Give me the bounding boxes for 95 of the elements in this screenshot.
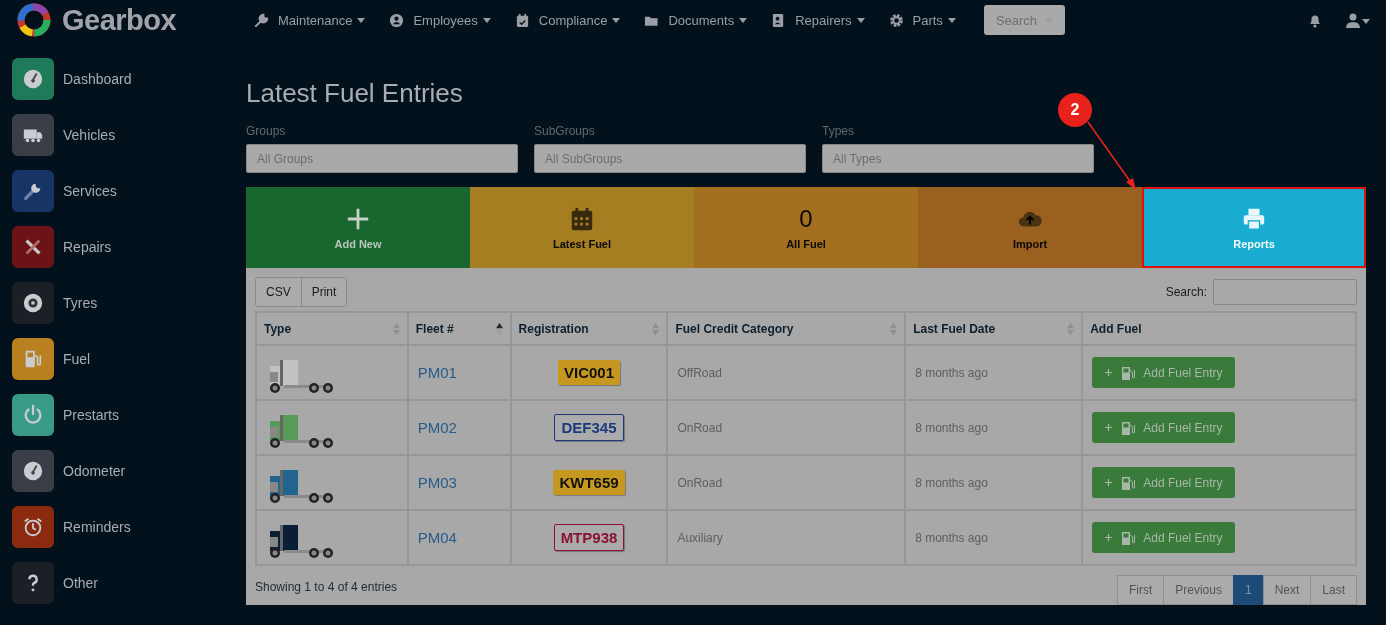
registration-plate: VIC001 — [557, 360, 620, 385]
sidebar-label: Services — [63, 183, 117, 199]
column-header[interactable]: Fuel Credit Category — [667, 312, 906, 345]
tile-label: Add New — [334, 237, 382, 250]
filter-select[interactable]: All Types — [822, 144, 1094, 173]
date-cell: 8 months ago — [905, 345, 1083, 400]
nav-menu[interactable]: Maintenance — [254, 12, 366, 28]
filter-select[interactable]: All Groups — [246, 144, 518, 173]
sidebar-item[interactable]: Other — [12, 562, 240, 604]
sidebar-item[interactable]: Dashboard — [12, 58, 240, 100]
nav-menu[interactable]: Compliance — [514, 12, 621, 28]
date-cell: 8 months ago — [905, 510, 1083, 565]
person-icon — [389, 12, 405, 28]
sidebar-label: Dashboard — [63, 71, 132, 87]
tyre-icon — [22, 292, 44, 314]
sidebar-label: Tyres — [63, 295, 98, 311]
filter-label: Types — [822, 124, 855, 138]
sidebar-item[interactable]: Tyres — [12, 282, 240, 324]
column-header[interactable]: Registration — [510, 312, 668, 345]
plus-icon — [1104, 423, 1114, 432]
column-header[interactable]: Last Fuel Date — [905, 312, 1083, 345]
plus-icon — [1104, 478, 1114, 487]
tile-button[interactable]: 0 All Fuel — [694, 187, 918, 268]
sidebar-item[interactable]: Odometer — [12, 450, 240, 492]
registration-plate: KWT659 — [553, 470, 625, 495]
filter-label: Groups — [246, 124, 287, 138]
brand-name: Gearbox — [62, 3, 177, 37]
sidebar-label: Vehicles — [63, 127, 116, 143]
step-badge: 2 — [1058, 93, 1092, 127]
gauge-icon — [22, 68, 44, 90]
tile-button[interactable]: Add New — [246, 187, 470, 268]
filter-select[interactable]: All SubGroups — [534, 144, 806, 173]
caret-icon — [357, 17, 366, 23]
search-field[interactable] — [1213, 279, 1357, 305]
fuel-pump-icon — [1121, 530, 1136, 545]
filter-label: SubGroups — [534, 124, 596, 138]
plus-icon — [1104, 368, 1114, 377]
column-header: Add Fuel — [1082, 312, 1356, 345]
sidebar-label: Other — [63, 575, 98, 591]
page-title: Latest Fuel Entries — [246, 78, 463, 110]
category-cell: OnRoad — [667, 455, 906, 510]
category-cell: OnRoad — [667, 400, 906, 455]
alarm-icon — [22, 516, 44, 538]
tile-label: Latest Fuel — [552, 237, 612, 250]
calendar-icon — [569, 205, 595, 232]
date-cell: 8 months ago — [905, 400, 1083, 455]
sidebar-label: Prestarts — [63, 407, 119, 423]
caret-icon — [856, 17, 865, 23]
nav-menu[interactable]: Documents — [644, 12, 748, 28]
registration-plate: MTP938 — [553, 524, 625, 551]
category-cell: OffRoad — [667, 345, 906, 400]
column-header[interactable]: Type — [256, 312, 408, 345]
nav-menu[interactable]: Repairers — [771, 12, 865, 28]
wrench-icon — [254, 12, 269, 28]
sidebar-item[interactable]: Prestarts — [12, 394, 240, 436]
gear-icon — [888, 12, 904, 28]
user-menu-icon[interactable] — [1346, 12, 1370, 28]
fuel-pump-icon — [1121, 365, 1136, 380]
export-button[interactable]: CSV — [255, 277, 302, 307]
logo-icon — [16, 2, 52, 38]
fuel-pump-icon — [1121, 475, 1136, 490]
caret-icon — [612, 17, 621, 23]
search-label: Search: — [1165, 285, 1207, 299]
sidebar-item[interactable]: Reminders — [12, 506, 240, 548]
nav-menu[interactable]: Parts — [888, 12, 956, 28]
plus-icon — [1104, 533, 1114, 542]
count-value: 0 — [799, 205, 813, 232]
annotation-arrow — [1086, 120, 1138, 192]
date-cell: 8 months ago — [905, 455, 1083, 510]
sidebar-label: Reminders — [63, 519, 131, 535]
sidebar-label: Repairs — [63, 239, 112, 255]
sidebar-label: Fuel — [63, 351, 91, 367]
column-header[interactable]: Fleet # — [407, 312, 511, 345]
nav-menu[interactable]: Employees — [389, 12, 491, 28]
sidebar-item[interactable]: Services — [12, 170, 240, 212]
export-button[interactable]: Print — [300, 277, 348, 307]
tile-label: Import — [1012, 237, 1048, 250]
tile-label: All Fuel — [786, 237, 826, 250]
caret-icon — [947, 17, 956, 23]
sidebar-label: Odometer — [63, 463, 126, 479]
entries-info: Showing 1 to 4 of 4 entries — [255, 579, 398, 594]
sidebar-item[interactable]: Vehicles — [12, 114, 240, 156]
caret-icon — [739, 17, 748, 23]
caret-icon — [482, 17, 491, 23]
tile-label: Reports — [1233, 237, 1275, 250]
tile-button[interactable]: Latest Fuel — [470, 187, 694, 268]
registration-plate: DEF345 — [554, 414, 624, 441]
sidebar-item[interactable]: Fuel — [12, 338, 240, 380]
tile-button[interactable]: Import — [918, 187, 1142, 268]
sidebar-item[interactable]: Repairs — [12, 226, 240, 268]
fuel-pump-icon — [1121, 420, 1136, 435]
power-icon — [22, 404, 44, 426]
calendar-icon — [514, 12, 530, 28]
gauge-icon — [22, 460, 44, 482]
category-cell: Auxiliary — [667, 510, 906, 565]
